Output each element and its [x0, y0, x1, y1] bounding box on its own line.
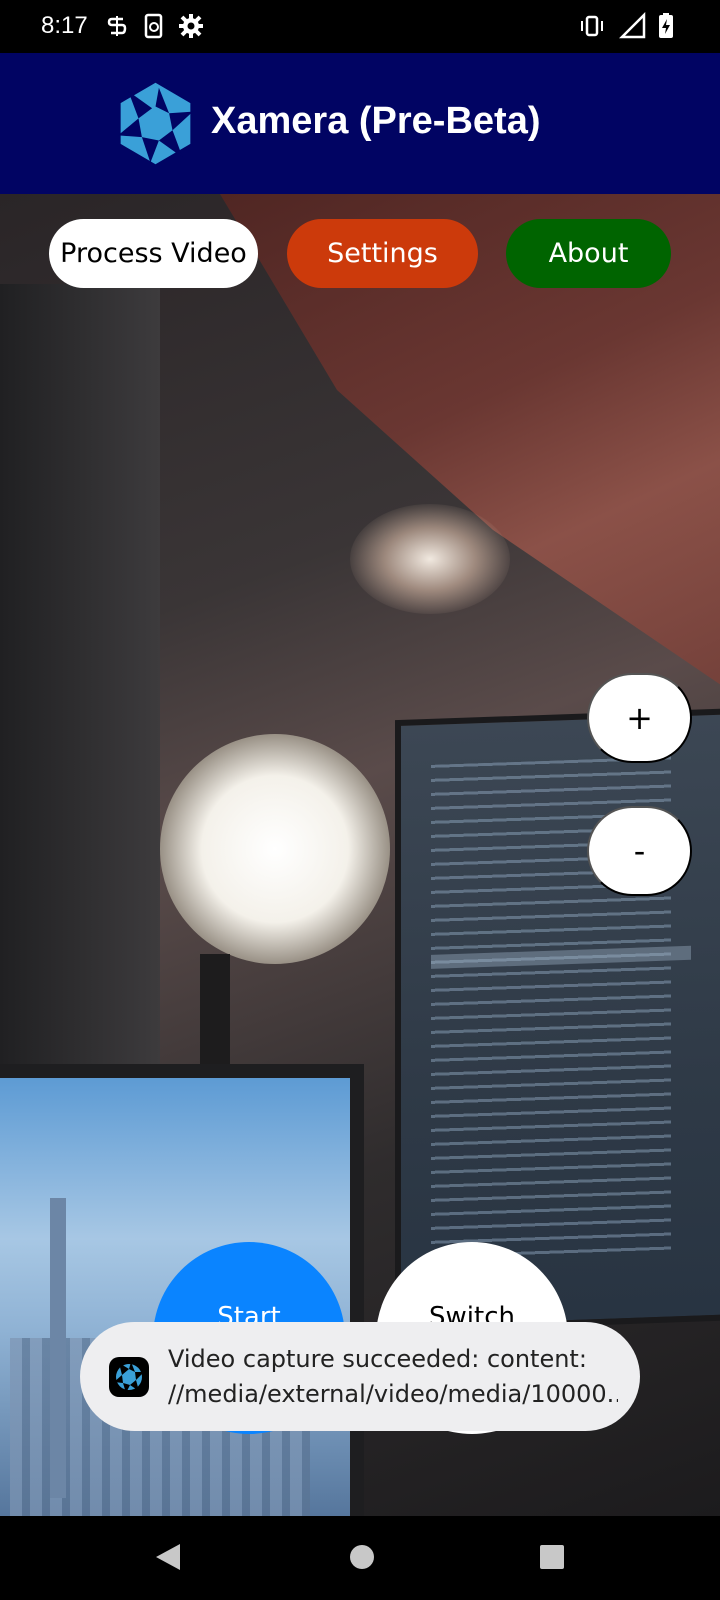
preview-ceiling-light — [350, 504, 510, 614]
app-bar: Xamera (Pre-Beta) — [0, 53, 720, 194]
app-title: Xamera (Pre-Beta) — [211, 100, 541, 142]
toast: Video capture succeeded: content: //medi… — [80, 1322, 640, 1431]
signal-icon — [619, 12, 646, 39]
settings-button[interactable]: Settings — [287, 219, 478, 288]
process-video-button[interactable]: Process Video — [49, 219, 258, 288]
preview-lamp — [160, 734, 390, 964]
status-time: 8:17 — [41, 12, 88, 39]
toast-line-2: //media/external/video/media/10000... — [168, 1380, 618, 1408]
toast-message: Video capture succeeded: content: //medi… — [168, 1342, 618, 1412]
home-icon[interactable] — [348, 1542, 376, 1572]
battery-charging-icon — [659, 13, 673, 38]
zoom-out-button[interactable]: - — [587, 806, 692, 896]
status-bar: 8:17 — [0, 0, 720, 53]
about-button[interactable]: About — [506, 219, 671, 288]
app-icon — [109, 1357, 149, 1397]
camera-aperture-icon — [118, 82, 193, 165]
zoom-in-button[interactable]: + — [587, 673, 692, 763]
vibrate-icon — [581, 15, 603, 37]
gear-icon — [179, 14, 203, 38]
back-icon[interactable] — [154, 1542, 182, 1572]
preview-monitor-right — [395, 707, 720, 1333]
s-notification-icon — [107, 16, 127, 36]
recents-icon[interactable] — [538, 1542, 566, 1572]
preview-tower — [50, 1198, 66, 1498]
navigation-bar — [0, 1516, 720, 1600]
phone-sync-icon — [144, 13, 163, 39]
toast-line-1: Video capture succeeded: content: — [168, 1345, 587, 1373]
preview-shade — [0, 284, 160, 1184]
